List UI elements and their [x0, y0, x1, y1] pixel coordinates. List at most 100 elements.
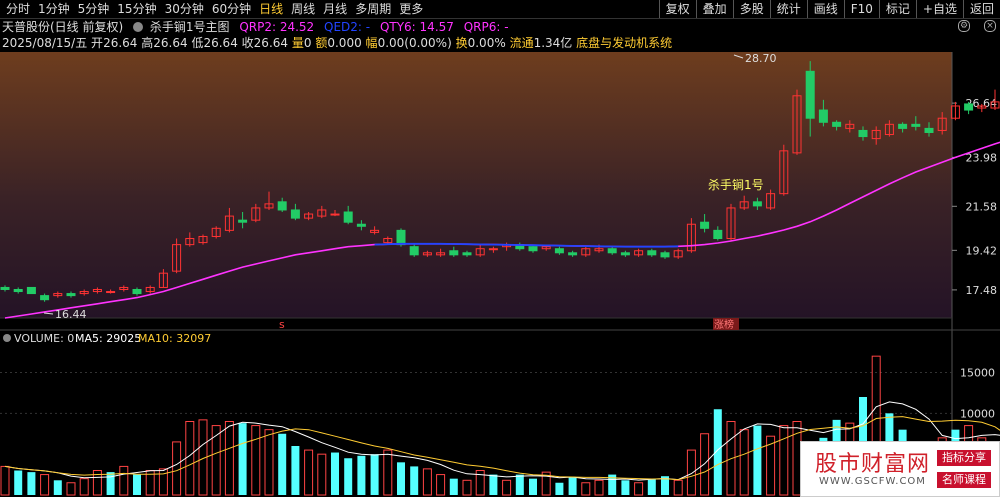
- candle-body-10: [132, 288, 142, 295]
- candle-body-65: [858, 129, 868, 138]
- volume-bar-2: [27, 472, 36, 495]
- volume-bar-1: [14, 470, 23, 495]
- volume-bar-28: [370, 454, 379, 495]
- s-marker: s: [279, 318, 285, 331]
- candle-body-31: [409, 246, 419, 256]
- candle-body-69: [911, 123, 921, 127]
- volume-bar-6: [79, 478, 89, 496]
- candle-body-57: [752, 201, 762, 207]
- volume-bar-37: [489, 474, 498, 495]
- volume-label-1: 10000: [960, 407, 995, 420]
- volume-grid: 15000 10000: [0, 367, 995, 420]
- volume-label-0: 15000: [960, 367, 995, 380]
- volume-bar-25: [331, 452, 339, 495]
- volume-bar-42: [555, 482, 564, 495]
- volume-bar-56: [739, 429, 749, 496]
- volume-bar-26: [344, 458, 353, 495]
- volume-bar-40: [529, 478, 537, 495]
- candle-body-8: [106, 291, 116, 294]
- low-price-mark: 16.44: [55, 308, 87, 321]
- volume-bar-5: [66, 482, 76, 496]
- candle-body-62: [818, 109, 828, 123]
- price-label-3: 19.42: [966, 244, 998, 257]
- candle-body-34: [449, 250, 459, 256]
- candle-body-43: [568, 252, 578, 256]
- candle-body-68: [898, 123, 908, 129]
- candle-body-25: [330, 213, 340, 216]
- volume-bar-27: [357, 455, 366, 495]
- volume-bar-9: [119, 465, 129, 496]
- volume-bar-44: [581, 482, 591, 496]
- volume-bar-52: [686, 449, 696, 496]
- volume-bar-49: [647, 478, 656, 495]
- watermark-title: 股市财富网: [815, 452, 931, 477]
- volume-bar-57: [753, 425, 762, 495]
- volume-bar-0: [0, 465, 10, 496]
- candle-body-63: [832, 121, 842, 127]
- price-axis: 26.6423.9821.5819.4217.48: [952, 97, 997, 297]
- volume-bar-47: [621, 480, 630, 495]
- price-label-4: 17.48: [966, 284, 998, 297]
- candle-body-47: [620, 252, 630, 256]
- candle-body-18: [238, 219, 248, 223]
- zt-marker: 涨榜: [714, 318, 734, 331]
- volume-bar-33: [436, 474, 446, 496]
- candle-body-61: [805, 70, 815, 119]
- volume-bar-59: [779, 425, 789, 496]
- volume-bar-21: [278, 433, 287, 495]
- candle-body-49: [647, 250, 657, 256]
- candle-body-27: [356, 223, 366, 227]
- volume-bar-51: [673, 479, 683, 496]
- candle-body-1: [13, 288, 23, 293]
- volume-bar-43: [568, 477, 577, 495]
- volume-ma10: MA10: 32097: [138, 332, 211, 345]
- volume-bar-14: [185, 421, 195, 496]
- volume-bar-18: [238, 423, 247, 495]
- volume-bar-31: [410, 466, 419, 495]
- volume-bar-8: [106, 472, 115, 495]
- candle-body-73: [964, 103, 974, 111]
- candle-body-46: [607, 248, 617, 254]
- candle-body-26: [343, 211, 353, 223]
- candle-body-40: [528, 246, 538, 252]
- candle-body-22: [290, 209, 300, 219]
- volume-bar-29: [383, 449, 393, 496]
- kline-chart[interactable]: 26.6423.9821.5819.4217.48 1500010000 28.…: [0, 0, 1000, 497]
- volume-bar-32: [422, 468, 432, 496]
- watermark-logo: 股市财富网 WWW.GSCFW.COM 指标分享 名师课程: [800, 441, 1000, 497]
- watermark-tag-indicator: 指标分享: [937, 450, 991, 466]
- candle-body-53: [700, 221, 710, 229]
- candle-body-35: [462, 252, 472, 256]
- volume-bar-23: [304, 449, 314, 496]
- high-price-mark: 28.70: [745, 52, 777, 65]
- volume-bar-34: [449, 478, 458, 495]
- candle-body-42: [554, 248, 564, 254]
- volume-bar-10: [133, 474, 141, 495]
- price-label-1: 23.98: [966, 151, 998, 164]
- volume-bar-30: [397, 462, 405, 495]
- candle-body-50: [660, 252, 670, 258]
- volume-bar-24: [317, 453, 327, 496]
- watermark-tag-course: 名师课程: [937, 472, 991, 488]
- candle-body-0: [0, 286, 10, 290]
- volume-bar-4: [53, 480, 62, 495]
- volume-title: VOLUME: 0: [14, 332, 74, 345]
- candle-body-54: [713, 229, 723, 240]
- price-label-2: 21.58: [966, 200, 998, 213]
- volume-bar-17: [224, 421, 234, 496]
- candle-body-30: [396, 229, 406, 246]
- volume-ma5: MA5: 29025: [75, 332, 141, 345]
- volume-bar-3: [40, 474, 50, 496]
- volume-bar-22: [291, 446, 300, 495]
- candle-body-21: [277, 201, 287, 211]
- volume-bar-39: [515, 474, 524, 495]
- candle-body-3: [40, 295, 50, 301]
- volume-bar-20: [264, 429, 274, 496]
- volume-bar-45: [594, 479, 604, 496]
- candle-body-37: [488, 248, 498, 251]
- volume-settings-icon[interactable]: [3, 334, 11, 342]
- volume-bar-19: [251, 425, 261, 496]
- volume-bar-38: [502, 479, 512, 496]
- candle-body-70: [924, 127, 934, 133]
- volume-bar-35: [462, 479, 472, 496]
